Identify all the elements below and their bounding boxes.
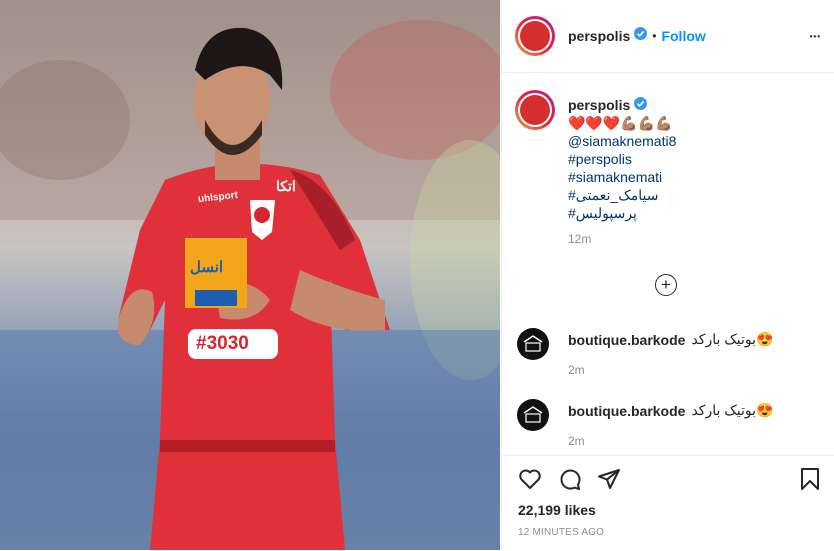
author-username[interactable]: perspolis [568, 28, 630, 44]
caption-mention[interactable]: @siamaknemati8 [568, 132, 818, 150]
likes-count[interactable]: 22,199 likes [518, 502, 596, 518]
player-illustration [0, 0, 500, 550]
author-avatar[interactable] [515, 16, 555, 56]
commenter-username[interactable]: boutique.barkode [568, 403, 685, 419]
commenter-username[interactable]: boutique.barkode [568, 332, 685, 348]
follow-button[interactable]: Follow [661, 28, 705, 44]
comment-text: بوتیک بارکد😍 [691, 402, 774, 418]
verified-badge-icon [634, 96, 648, 114]
boutique-logo-icon [523, 335, 543, 352]
jersey-sponsor: انسل [190, 259, 224, 276]
heart-icon [519, 469, 541, 489]
post-header: perspolis • Follow ••• [502, 0, 834, 73]
save-button[interactable] [797, 466, 823, 492]
more-options-icon: ••• [809, 32, 821, 41]
club-crest-icon [520, 95, 550, 125]
action-bar: 22,199 likes 12 MINUTES AGO [502, 455, 834, 551]
like-button[interactable] [517, 466, 543, 492]
hashtag[interactable]: #perspolis [568, 150, 818, 168]
bookmark-icon [801, 468, 819, 490]
load-more-comments-button[interactable]: + [655, 274, 677, 296]
jersey-number: #3030 [196, 333, 249, 354]
jersey-club-name: اتکا [276, 178, 296, 194]
plus-icon: + [661, 275, 671, 294]
post-image[interactable]: uhlsport اتکا انسل #3030 [0, 0, 500, 550]
caption-emoji-line: ❤️❤️❤️💪🏽💪🏽💪🏽 [568, 115, 673, 131]
hashtag[interactable]: #سیامک_نعمتی [568, 186, 818, 204]
comment-time: 2m [568, 434, 585, 448]
boutique-logo-icon [523, 406, 543, 423]
comment-button[interactable] [557, 466, 583, 492]
post-timestamp[interactable]: 12 MINUTES AGO [518, 527, 604, 538]
caption-avatar[interactable] [515, 90, 555, 130]
club-crest-icon [520, 21, 550, 51]
caption-time: 12m [568, 232, 592, 246]
paper-plane-icon [598, 469, 620, 489]
hashtag[interactable]: #siamaknemati [568, 168, 818, 186]
commenter-avatar[interactable] [517, 328, 549, 360]
header-separator: • [652, 29, 657, 43]
comment-icon [560, 469, 581, 490]
post-side-panel: perspolis • Follow ••• perspolis ❤️❤️❤️💪… [501, 0, 834, 550]
comment: boutique.barkode بوتیک بارکد😍 2m [502, 326, 834, 377]
comment-time: 2m [568, 363, 585, 377]
share-button[interactable] [596, 466, 622, 492]
comment: boutique.barkode بوتیک بارکد😍 2m [502, 397, 834, 448]
comment-text: بوتیک بارکد😍 [691, 331, 774, 347]
commenter-avatar[interactable] [517, 399, 549, 431]
hashtag[interactable]: #پرسپولیس [568, 204, 818, 222]
verified-badge-icon [634, 27, 648, 45]
caption-username[interactable]: perspolis [568, 96, 630, 114]
more-options-button[interactable]: ••• [810, 26, 821, 44]
